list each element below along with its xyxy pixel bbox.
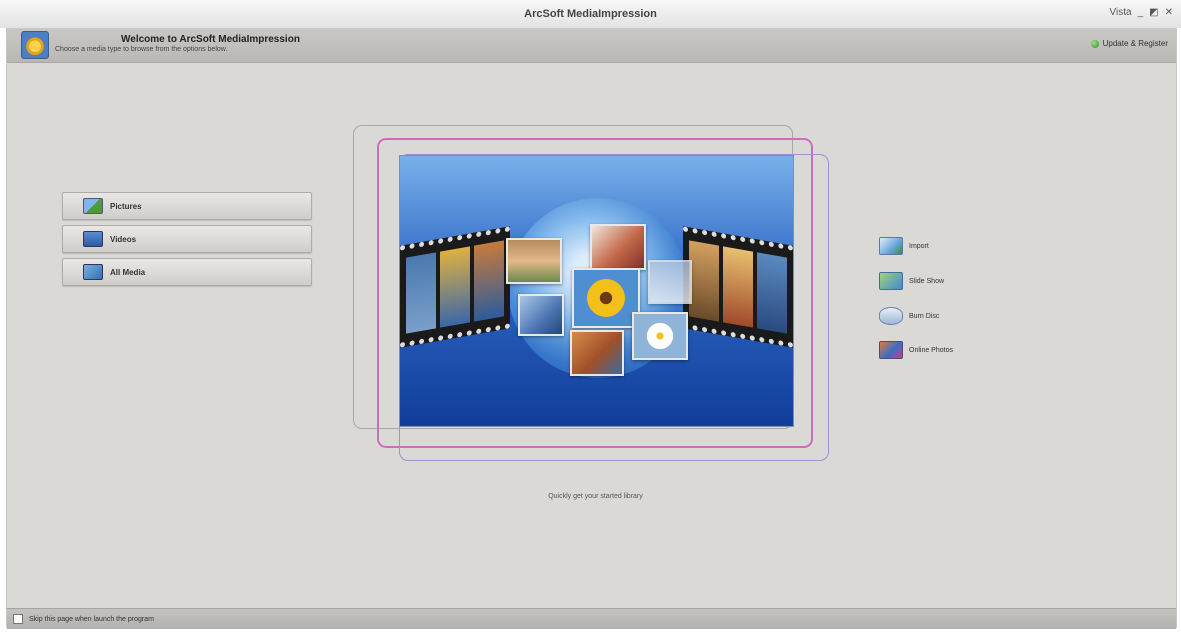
close-icon[interactable]: ✕	[1165, 7, 1173, 18]
photo-thumbnail	[590, 224, 646, 270]
online-photos-icon	[879, 341, 903, 359]
window-title: ArcSoft MediaImpression	[524, 8, 657, 20]
theme-menu[interactable]: Vista	[1110, 7, 1132, 18]
film-frame	[474, 240, 504, 322]
burn-disc-action[interactable]: Burn Disc	[879, 307, 939, 325]
menu-label-pictures: Pictures	[110, 201, 142, 211]
photo-thumbnail	[570, 330, 624, 376]
menu-pictures-button[interactable]: Pictures	[62, 192, 312, 220]
slideshow-action[interactable]: Slide Show	[879, 272, 944, 290]
burn-disc-label: Burn Disc	[909, 312, 940, 320]
slideshow-label: Slide Show	[909, 277, 945, 285]
photo-thumbnail	[572, 268, 640, 328]
status-bar: Skip this page when launch the program	[7, 608, 1176, 629]
skip-startup-label: Skip this page when launch the program	[29, 615, 154, 623]
film-frame	[757, 252, 787, 334]
update-register-link[interactable]: Update & Register	[1090, 39, 1168, 48]
globe-icon	[1090, 39, 1099, 48]
minimize-icon[interactable]: _	[1138, 7, 1144, 18]
pictures-icon	[83, 198, 103, 214]
all-media-icon	[83, 264, 103, 280]
photo-thumbnail	[632, 312, 688, 360]
slideshow-icon	[879, 272, 903, 290]
preview-caption: Quickly get your started library	[548, 493, 643, 500]
update-register-label: Update & Register	[1102, 39, 1168, 48]
online-photos-label: Online Photos	[909, 346, 953, 354]
welcome-title: Welcome to ArcSoft MediaImpression	[121, 34, 300, 45]
burn-disc-icon	[879, 307, 903, 325]
menu-label-videos: Videos	[110, 234, 137, 244]
film-frame	[440, 246, 470, 328]
media-preview-banner	[399, 155, 794, 427]
online-photos-action[interactable]: Online Photos	[879, 341, 953, 359]
maximize-icon[interactable]: ◩	[1149, 7, 1158, 18]
import-action[interactable]: Import	[879, 237, 929, 255]
film-frame	[406, 252, 436, 334]
window-controls: Vista _ ◩ ✕	[1110, 7, 1173, 18]
app-window: Welcome to ArcSoft MediaImpression Choos…	[6, 28, 1177, 629]
app-logo-icon	[21, 31, 49, 59]
welcome-subtitle: Choose a media type to browse from the o…	[55, 46, 228, 53]
import-label: Import	[909, 242, 929, 250]
filmstrip-right	[683, 226, 793, 348]
film-frame	[723, 246, 753, 328]
menu-label-all-media: All Media	[110, 267, 146, 277]
photo-thumbnail	[506, 238, 562, 284]
film-frame	[689, 240, 719, 322]
main-content: Pictures Videos All Media Quickly get yo…	[7, 63, 1176, 608]
filmstrip-left	[400, 226, 510, 348]
title-bar: ArcSoft MediaImpression Vista _ ◩ ✕	[0, 0, 1181, 28]
videos-icon	[83, 231, 103, 247]
photo-thumbnail	[518, 294, 564, 336]
photo-thumbnail	[648, 260, 692, 304]
welcome-header: Welcome to ArcSoft MediaImpression Choos…	[7, 28, 1176, 63]
menu-all-media-button[interactable]: All Media	[62, 258, 312, 286]
skip-startup-checkbox[interactable]	[13, 614, 23, 624]
import-icon	[879, 237, 903, 255]
menu-videos-button[interactable]: Videos	[62, 225, 312, 253]
